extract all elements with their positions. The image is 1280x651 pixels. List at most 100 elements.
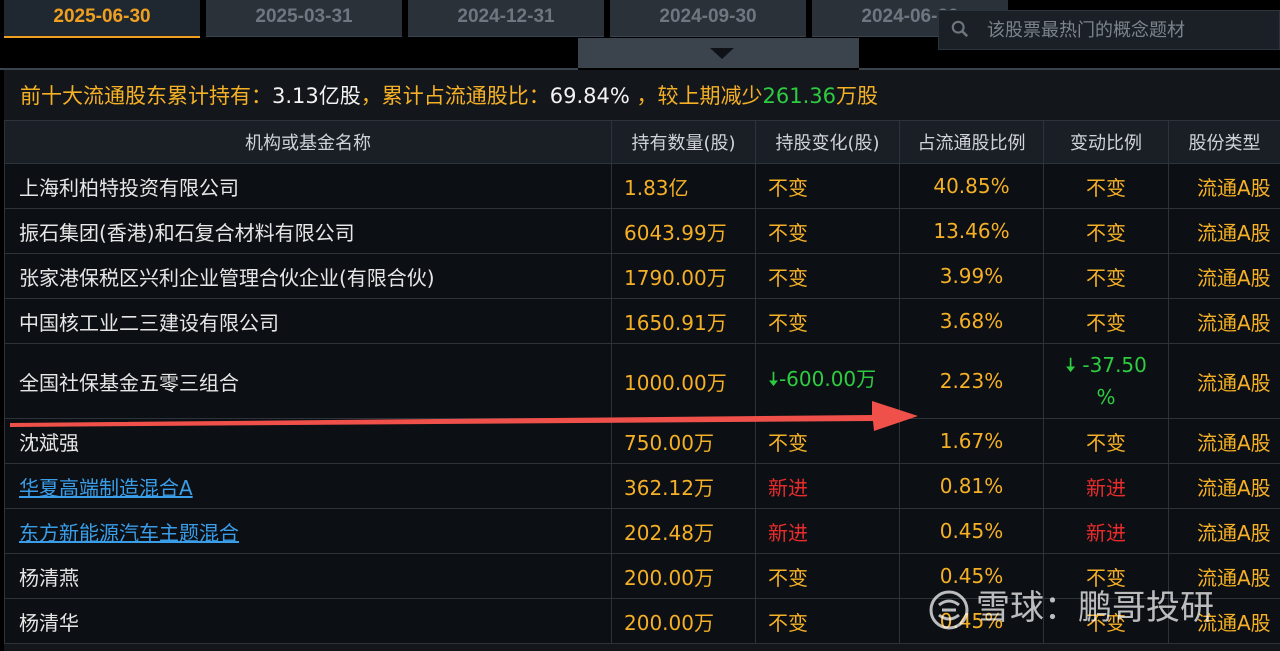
- holder-ratio-value: -37.50: [1082, 353, 1147, 377]
- holder-name: 振石集团(香港)和石复合材料有限公司: [4, 208, 612, 254]
- table-row: 上海利柏特投资有限公司 1.83亿 不变 40.85% 不变 流通A股: [4, 163, 1280, 209]
- summary-sep-2: ，: [629, 84, 658, 108]
- holder-pct: 3.68%: [899, 298, 1044, 344]
- top-ten-holders-table: 机构或基金名称 持有数量(股) 持股变化(股) 占流通股比例 变动比例 股份类型…: [4, 120, 1280, 644]
- table-row: 东方新能源汽车主题混合 202.48万 新进 0.45% 新进 流通A股: [4, 508, 1280, 554]
- holder-qty: 362.12万: [611, 463, 756, 509]
- arrow-down-icon: 🠇: [1065, 353, 1083, 377]
- summary-sep-1: ，: [360, 84, 382, 108]
- holder-pct: 2.23%: [899, 343, 1044, 419]
- holder-change: 不变: [755, 163, 900, 209]
- holder-ratio-unit: %: [1096, 385, 1116, 409]
- holder-type: 流通A股: [1168, 163, 1280, 209]
- holder-type: 流通A股: [1168, 343, 1280, 419]
- summary-unit-change: 万股: [836, 84, 879, 108]
- concept-search-input[interactable]: 该股票最热门的概念题材: [938, 10, 1280, 50]
- divider-left: [0, 38, 578, 70]
- holder-qty: 1000.00万: [611, 343, 756, 419]
- col-header-ratio[interactable]: 变动比例: [1043, 120, 1169, 164]
- summary-label-holdings: 前十大流通股东累计持有：: [20, 84, 272, 108]
- table-row: 华夏高端制造混合A 362.12万 新进 0.81% 新进 流通A股: [4, 463, 1280, 509]
- fund-link[interactable]: 东方新能源汽车主题混合: [19, 521, 239, 545]
- holder-name-cell: 东方新能源汽车主题混合: [4, 508, 612, 554]
- watermark: 雪球：鹏哥投研: [928, 584, 1214, 632]
- tab-2024-12-31[interactable]: 2024-12-31: [408, 0, 604, 37]
- holder-name: 上海利柏特投资有限公司: [4, 163, 612, 209]
- holder-type: 流通A股: [1168, 208, 1280, 254]
- search-placeholder: 该股票最热门的概念题材: [987, 20, 1185, 41]
- holder-pct: 40.85%: [899, 163, 1044, 209]
- holder-change: 新进: [755, 508, 900, 554]
- watermark-text: 雪球：鹏哥投研: [976, 588, 1214, 628]
- table-row: 张家港保税区兴利企业管理合伙企业(有限合伙) 1790.00万 不变 3.99%…: [4, 253, 1280, 299]
- holder-change: 不变: [755, 298, 900, 344]
- table-row: 沈斌强 750.00万 不变 1.67% 不变 流通A股: [4, 418, 1280, 464]
- holder-change: 不变: [755, 598, 900, 644]
- holder-qty: 1650.91万: [611, 298, 756, 344]
- holder-qty: 750.00万: [611, 418, 756, 464]
- tab-2025-06-30[interactable]: 2025-06-30: [4, 0, 200, 38]
- summary-value-ratio: 69.84%: [549, 84, 630, 108]
- holder-type: 流通A股: [1168, 418, 1280, 464]
- holder-ratio: 不变: [1043, 418, 1169, 464]
- holder-ratio: 不变: [1043, 253, 1169, 299]
- holder-change: 新进: [755, 463, 900, 509]
- holder-change: 不变: [755, 208, 900, 254]
- holder-ratio: 🠇 -37.50%: [1043, 343, 1169, 419]
- holder-type: 流通A股: [1168, 253, 1280, 299]
- holder-pct: 0.45%: [899, 508, 1044, 554]
- holder-name: 沈斌强: [4, 418, 612, 464]
- holder-change: 不变: [755, 418, 900, 464]
- holder-type: 流通A股: [1168, 508, 1280, 554]
- table-header-row: 机构或基金名称 持有数量(股) 持股变化(股) 占流通股比例 变动比例 股份类型: [4, 120, 1280, 164]
- holder-change-value: -600.00万: [778, 367, 877, 391]
- holder-ratio: 新进: [1043, 508, 1169, 554]
- holder-name: 杨清华: [4, 598, 612, 644]
- holder-ratio: 不变: [1043, 208, 1169, 254]
- holder-type: 流通A股: [1168, 298, 1280, 344]
- holder-qty: 200.00万: [611, 598, 756, 644]
- summary-label-change: 较上期减少: [657, 84, 763, 108]
- tab-2025-03-31[interactable]: 2025-03-31: [206, 0, 402, 37]
- holder-name-cell: 华夏高端制造混合A: [4, 463, 612, 509]
- tab-2024-09-30[interactable]: 2024-09-30: [610, 0, 806, 37]
- holder-pct: 3.99%: [899, 253, 1044, 299]
- summary-value-holdings: 3.13亿股: [272, 84, 361, 108]
- holder-change: 不变: [755, 553, 900, 599]
- holder-qty: 6043.99万: [611, 208, 756, 254]
- holder-ratio: 新进: [1043, 463, 1169, 509]
- holder-ratio: 不变: [1043, 163, 1169, 209]
- holder-name: 全国社保基金五零三组合: [4, 343, 612, 419]
- col-header-pct[interactable]: 占流通股比例: [899, 120, 1044, 164]
- search-icon: [951, 20, 969, 38]
- triangle-down-icon: [710, 48, 734, 59]
- holder-name: 中国核工业二三建设有限公司: [4, 298, 612, 344]
- holder-name: 杨清燕: [4, 553, 612, 599]
- col-header-name[interactable]: 机构或基金名称: [4, 120, 612, 164]
- holder-qty: 200.00万: [611, 553, 756, 599]
- holder-ratio: 不变: [1043, 298, 1169, 344]
- arrow-down-icon: 🠇: [768, 367, 779, 391]
- collapse-toggle[interactable]: [578, 38, 859, 68]
- holder-change: 不变: [755, 253, 900, 299]
- table-row: 全国社保基金五零三组合 1000.00万 🠇-600.00万 2.23% 🠇 -…: [4, 343, 1280, 419]
- holder-pct: 1.67%: [899, 418, 1044, 464]
- holder-name: 张家港保税区兴利企业管理合伙企业(有限合伙): [4, 253, 612, 299]
- col-header-change[interactable]: 持股变化(股): [755, 120, 900, 164]
- col-header-type[interactable]: 股份类型: [1168, 120, 1280, 164]
- holder-qty: 202.48万: [611, 508, 756, 554]
- holder-qty: 1.83亿: [611, 163, 756, 209]
- holder-pct: 13.46%: [899, 208, 1044, 254]
- xueqiu-logo-icon: [929, 590, 969, 629]
- col-header-qty[interactable]: 持有数量(股): [611, 120, 756, 164]
- table-row: 中国核工业二三建设有限公司 1650.91万 不变 3.68% 不变 流通A股: [4, 298, 1280, 344]
- table-row: 振石集团(香港)和石复合材料有限公司 6043.99万 不变 13.46% 不变…: [4, 208, 1280, 254]
- holder-type: 流通A股: [1168, 463, 1280, 509]
- summary-label-ratio: 累计占流通股比：: [381, 84, 550, 108]
- summary-value-change: 261.36: [762, 84, 837, 108]
- fund-link[interactable]: 华夏高端制造混合A: [19, 476, 193, 500]
- holder-qty: 1790.00万: [611, 253, 756, 299]
- holder-pct: 0.81%: [899, 463, 1044, 509]
- summary-line: 前十大流通股东累计持有：3.13亿股，累计占流通股比：69.84% ，较上期减少…: [20, 79, 878, 113]
- holder-change: 🠇-600.00万: [755, 343, 900, 419]
